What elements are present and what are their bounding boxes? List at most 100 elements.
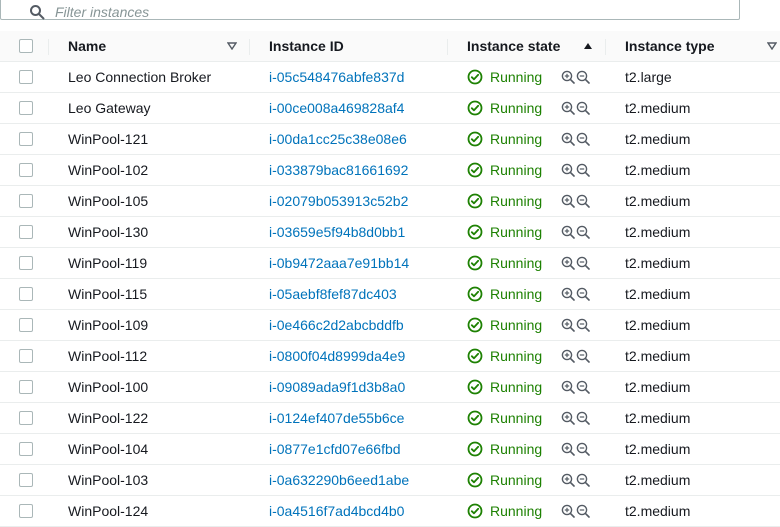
zoom-in-icon[interactable] (561, 194, 575, 208)
row-checkbox[interactable] (19, 132, 33, 146)
instance-type: t2.large (625, 69, 672, 85)
zoom-out-icon[interactable] (576, 256, 590, 270)
state-label: Running (490, 224, 543, 240)
instance-id-link[interactable]: i-03659e5f94b8d0bb1 (269, 217, 405, 247)
table-row[interactable]: WinPool-122 i-0124ef407de55b6ce Running (0, 403, 780, 434)
zoom-in-icon[interactable] (561, 318, 575, 332)
instance-id-link[interactable]: i-02079b053913c52b2 (269, 186, 408, 216)
table-row[interactable]: WinPool-104 i-0877e1cfd07e66fbd Running (0, 434, 780, 465)
sort-type-icon[interactable] (767, 31, 777, 61)
table-row[interactable]: WinPool-130 i-03659e5f94b8d0bb1 Running (0, 217, 780, 248)
table-row[interactable]: WinPool-109 i-0e466c2d2abcbddfb Running (0, 310, 780, 341)
table-row[interactable]: Leo Gateway i-00ce008a469828af4 Running (0, 93, 780, 124)
zoom-out-icon[interactable] (576, 70, 590, 84)
table-row[interactable]: WinPool-105 i-02079b053913c52b2 Running (0, 186, 780, 217)
column-header-name[interactable]: Name (68, 31, 106, 61)
column-header-instance-type[interactable]: Instance type (625, 31, 714, 61)
check-circle-icon (467, 255, 483, 271)
state-zoom-controls (561, 341, 590, 371)
zoom-in-icon[interactable] (561, 225, 575, 239)
table-row[interactable]: WinPool-102 i-033879bac81661692 Running (0, 155, 780, 186)
row-checkbox[interactable] (19, 70, 33, 84)
instance-id-link[interactable]: i-0e466c2d2abcbddfb (269, 310, 404, 340)
zoom-out-icon[interactable] (576, 318, 590, 332)
zoom-out-icon[interactable] (576, 194, 590, 208)
zoom-in-icon[interactable] (561, 473, 575, 487)
check-circle-icon (467, 193, 483, 209)
table-row[interactable]: Leo Connection Broker i-05c548476abfe837… (0, 62, 780, 93)
zoom-out-icon[interactable] (576, 163, 590, 177)
state-label: Running (490, 441, 543, 457)
table-row[interactable]: WinPool-124 i-0a4516f7ad4bcd4b0 Running (0, 496, 780, 527)
zoom-out-icon[interactable] (576, 411, 590, 425)
table-row[interactable]: WinPool-115 i-05aebf8fef87dc403 Running (0, 279, 780, 310)
column-header-instance-id[interactable]: Instance ID (269, 31, 344, 61)
zoom-in-icon[interactable] (561, 163, 575, 177)
instance-name: WinPool-112 (68, 348, 148, 364)
table-row[interactable]: WinPool-121 i-00da1cc25c38e08e6 Running (0, 124, 780, 155)
zoom-in-icon[interactable] (561, 101, 575, 115)
zoom-in-icon[interactable] (561, 287, 575, 301)
instance-id-link[interactable]: i-05c548476abfe837d (269, 62, 404, 92)
check-circle-icon (467, 69, 483, 85)
zoom-out-icon[interactable] (576, 349, 590, 363)
zoom-out-icon[interactable] (576, 225, 590, 239)
sort-name-icon[interactable] (227, 31, 237, 61)
zoom-in-icon[interactable] (561, 132, 575, 146)
check-circle-icon (467, 503, 483, 519)
instance-name: WinPool-102 (68, 162, 149, 178)
zoom-out-icon[interactable] (576, 473, 590, 487)
column-header-instance-state[interactable]: Instance state (467, 31, 560, 61)
row-checkbox[interactable] (19, 473, 33, 487)
zoom-out-icon[interactable] (576, 101, 590, 115)
zoom-out-icon[interactable] (576, 442, 590, 456)
state-zoom-controls (561, 155, 590, 185)
zoom-in-icon[interactable] (561, 70, 575, 84)
instance-id-link[interactable]: i-033879bac81661692 (269, 155, 408, 185)
filter-bar[interactable] (0, 0, 740, 20)
row-checkbox[interactable] (19, 194, 33, 208)
row-checkbox[interactable] (19, 380, 33, 394)
sort-state-icon[interactable] (583, 31, 593, 61)
zoom-in-icon[interactable] (561, 256, 575, 270)
zoom-in-icon[interactable] (561, 411, 575, 425)
row-checkbox[interactable] (19, 163, 33, 177)
instance-id-link[interactable]: i-00ce008a469828af4 (269, 93, 404, 123)
select-all-checkbox[interactable] (19, 39, 33, 53)
row-select-cell (19, 310, 33, 340)
instance-name: WinPool-122 (68, 410, 149, 426)
row-checkbox[interactable] (19, 256, 33, 270)
instance-state: Running (467, 496, 542, 526)
zoom-out-icon[interactable] (576, 380, 590, 394)
instance-id-link[interactable]: i-00da1cc25c38e08e6 (269, 124, 407, 154)
row-select-cell (19, 279, 33, 309)
instance-id-link[interactable]: i-09089ada9f1d3b8a0 (269, 372, 405, 402)
zoom-in-icon[interactable] (561, 349, 575, 363)
row-checkbox[interactable] (19, 411, 33, 425)
table-row[interactable]: WinPool-112 i-0800f04d8999da4e9 Running (0, 341, 780, 372)
row-checkbox[interactable] (19, 318, 33, 332)
check-circle-icon (467, 410, 483, 426)
table-row[interactable]: WinPool-119 i-0b9472aaa7e91bb14 Running (0, 248, 780, 279)
instance-type: t2.medium (625, 100, 691, 116)
instance-id-link[interactable]: i-05aebf8fef87dc403 (269, 279, 397, 309)
table-row[interactable]: WinPool-103 i-0a632290b6eed1abe Running (0, 465, 780, 496)
instance-id-link[interactable]: i-0a632290b6eed1abe (269, 465, 409, 495)
zoom-out-icon[interactable] (576, 287, 590, 301)
instance-id-link[interactable]: i-0124ef407de55b6ce (269, 403, 404, 433)
table-row[interactable]: WinPool-100 i-09089ada9f1d3b8a0 Running (0, 372, 780, 403)
zoom-in-icon[interactable] (561, 380, 575, 394)
check-circle-icon (467, 317, 483, 333)
instance-id-link[interactable]: i-0877e1cfd07e66fbd (269, 434, 401, 464)
row-checkbox[interactable] (19, 349, 33, 363)
zoom-out-icon[interactable] (576, 132, 590, 146)
instance-id-link[interactable]: i-0a4516f7ad4bcd4b0 (269, 496, 404, 526)
row-checkbox[interactable] (19, 101, 33, 115)
row-checkbox[interactable] (19, 442, 33, 456)
row-checkbox[interactable] (19, 225, 33, 239)
filter-input[interactable] (55, 4, 655, 20)
instance-id-link[interactable]: i-0800f04d8999da4e9 (269, 341, 405, 371)
row-checkbox[interactable] (19, 287, 33, 301)
instance-id-link[interactable]: i-0b9472aaa7e91bb14 (269, 248, 409, 278)
zoom-in-icon[interactable] (561, 442, 575, 456)
